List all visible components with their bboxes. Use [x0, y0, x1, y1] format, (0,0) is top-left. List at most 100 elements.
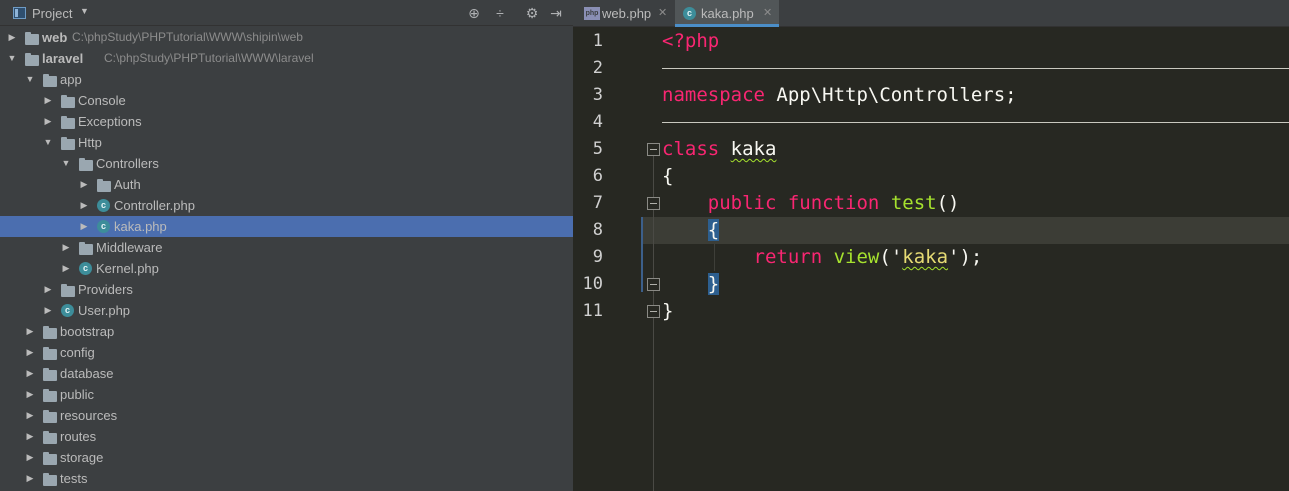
chevron-right-icon[interactable]: ▶ — [25, 321, 35, 342]
line-number: 3 — [592, 85, 603, 105]
chevron-right-icon[interactable]: ▶ — [79, 195, 89, 216]
chevron-right-icon[interactable]: ▶ — [25, 405, 35, 426]
tree-item-tests[interactable]: ▶ tests — [0, 468, 573, 489]
folder-icon — [79, 242, 93, 255]
tree-item-database[interactable]: ▶ database — [0, 363, 573, 384]
tree-item-resources[interactable]: ▶ resources — [0, 405, 573, 426]
chevron-right-icon[interactable]: ▶ — [43, 279, 53, 300]
code-token: public — [707, 192, 777, 214]
chevron-right-icon[interactable]: ▶ — [25, 342, 35, 363]
tree-item-middleware[interactable]: ▶ Middleware — [0, 237, 573, 258]
hide-icon[interactable]: ⇥ — [547, 4, 565, 22]
code-token: { — [707, 219, 720, 241]
chevron-down-icon[interactable]: ▼ — [80, 6, 89, 16]
php-class-icon: c — [97, 199, 110, 212]
tab-web-php[interactable]: php web.php ✕ — [579, 0, 674, 27]
code-line[interactable]: } — [662, 298, 1289, 325]
code-area[interactable]: <?php namespace App\Http\Controllers; clas… — [662, 28, 1289, 491]
chevron-down-icon[interactable]: ▼ — [7, 48, 17, 69]
chevron-right-icon[interactable]: ▶ — [43, 90, 53, 111]
tree-item-label: laravel — [42, 51, 84, 66]
chevron-right-icon[interactable]: ▶ — [25, 363, 35, 384]
tree-item-providers[interactable]: ▶ Providers — [0, 279, 573, 300]
tree-item-kaka-php[interactable]: ▶ c kaka.php — [0, 216, 573, 237]
code-line[interactable]: return view('kaka'); — [662, 244, 1289, 271]
chevron-right-icon[interactable]: ▶ — [79, 174, 89, 195]
code-line[interactable]: class kaka — [662, 136, 1289, 163]
chevron-right-icon[interactable]: ▶ — [25, 468, 35, 489]
collapse-icon[interactable]: ÷ — [491, 4, 509, 22]
tree-item-label: web — [42, 30, 68, 45]
chevron-right-icon[interactable]: ▶ — [7, 27, 17, 48]
tree-item-bootstrap[interactable]: ▶ bootstrap — [0, 321, 573, 342]
fold-marker-icon[interactable] — [647, 278, 660, 291]
code-line[interactable]: namespace App\Http\Controllers; — [662, 82, 1289, 109]
folder-icon — [43, 74, 57, 87]
php-file-icon: php — [584, 7, 600, 20]
code-token: test — [890, 192, 937, 214]
chevron-right-icon[interactable]: ▶ — [61, 237, 71, 258]
code-line[interactable]: { — [662, 163, 1289, 190]
chevron-down-icon[interactable]: ▼ — [25, 69, 35, 90]
tree-item-web[interactable]: ▶ web C:\phpStudy\PHPTutorial\WWW\shipin\w… — [0, 27, 573, 48]
tab-kaka-php[interactable]: c kaka.php ✕ — [675, 0, 779, 27]
tree-item-controllers[interactable]: ▼ Controllers — [0, 153, 573, 174]
code-line[interactable]: } — [662, 271, 1289, 298]
tree-item-label: database — [60, 366, 114, 381]
line-number: 9 — [592, 247, 603, 267]
tree-item-auth[interactable]: ▶ Auth — [0, 174, 573, 195]
chevron-right-icon[interactable]: ▶ — [25, 426, 35, 447]
tree-item-label: Middleware — [96, 240, 163, 255]
tree-item-label: Exceptions — [78, 114, 142, 129]
project-panel-title[interactable]: Project — [32, 6, 72, 21]
tree-item-public[interactable]: ▶ public — [0, 384, 573, 405]
tree-item-user-php[interactable]: ▶ c User.php — [0, 300, 573, 321]
tree-item-storage[interactable]: ▶ storage — [0, 447, 573, 468]
tree-item-console[interactable]: ▶ Console — [0, 90, 573, 111]
tree-item-laravel[interactable]: ▼ laravel C:\phpStudy\PHPTutorial\WWW\lara… — [0, 48, 573, 69]
folder-icon — [43, 473, 57, 486]
folder-icon — [25, 53, 39, 66]
close-icon[interactable]: ✕ — [658, 0, 667, 27]
tree-item-exceptions[interactable]: ▶ Exceptions — [0, 111, 573, 132]
folder-icon — [97, 179, 111, 192]
folder-icon — [61, 137, 75, 150]
code-line[interactable]: public function test() — [662, 190, 1289, 217]
chevron-right-icon[interactable]: ▶ — [61, 258, 71, 279]
fold-marker-icon[interactable] — [647, 197, 660, 210]
chevron-right-icon[interactable]: ▶ — [79, 216, 89, 237]
chevron-right-icon[interactable]: ▶ — [43, 111, 53, 132]
tree-item-label: User.php — [78, 303, 131, 318]
fold-marker-icon[interactable] — [647, 143, 660, 156]
project-panel-header: Project ▼ ⊕ ÷ ⚙ ⇥ — [0, 0, 573, 26]
tree-item-http[interactable]: ▼ Http — [0, 132, 573, 153]
tab-label: web.php — [602, 6, 652, 21]
gear-icon[interactable]: ⚙ — [523, 4, 541, 22]
chevron-right-icon[interactable]: ▶ — [25, 447, 35, 468]
code-line[interactable]: { — [662, 217, 1289, 244]
tree-item-controller-php[interactable]: ▶ c Controller.php — [0, 195, 573, 216]
chevron-right-icon[interactable]: ▶ — [43, 300, 53, 321]
close-icon[interactable]: ✕ — [763, 0, 772, 27]
tab-label: kaka.php — [701, 6, 754, 21]
chevron-down-icon[interactable]: ▼ — [61, 153, 71, 174]
code-line[interactable]: <?php — [662, 28, 1289, 55]
chevron-right-icon[interactable]: ▶ — [25, 384, 35, 405]
tree-item-kernel-php[interactable]: ▶ c Kernel.php — [0, 258, 573, 279]
tree-item-app[interactable]: ▼ app — [0, 69, 573, 90]
code-token: } — [662, 300, 674, 322]
code-token: class — [662, 138, 720, 160]
fold-marker-icon[interactable] — [647, 305, 660, 318]
tree-item-routes[interactable]: ▶ routes — [0, 426, 573, 447]
chevron-down-icon[interactable]: ▼ — [43, 132, 53, 153]
code-token: App\Http\Controllers; — [764, 84, 1017, 106]
folder-icon — [43, 389, 57, 402]
project-panel: Project ▼ ⊕ ÷ ⚙ ⇥ ▶ web C:\phpStudy\PHPTut… — [0, 0, 573, 491]
folder-icon — [25, 32, 39, 45]
tree-item-config[interactable]: ▶ config — [0, 342, 573, 363]
folder-icon — [61, 284, 75, 297]
crosshair-icon[interactable]: ⊕ — [465, 4, 483, 22]
